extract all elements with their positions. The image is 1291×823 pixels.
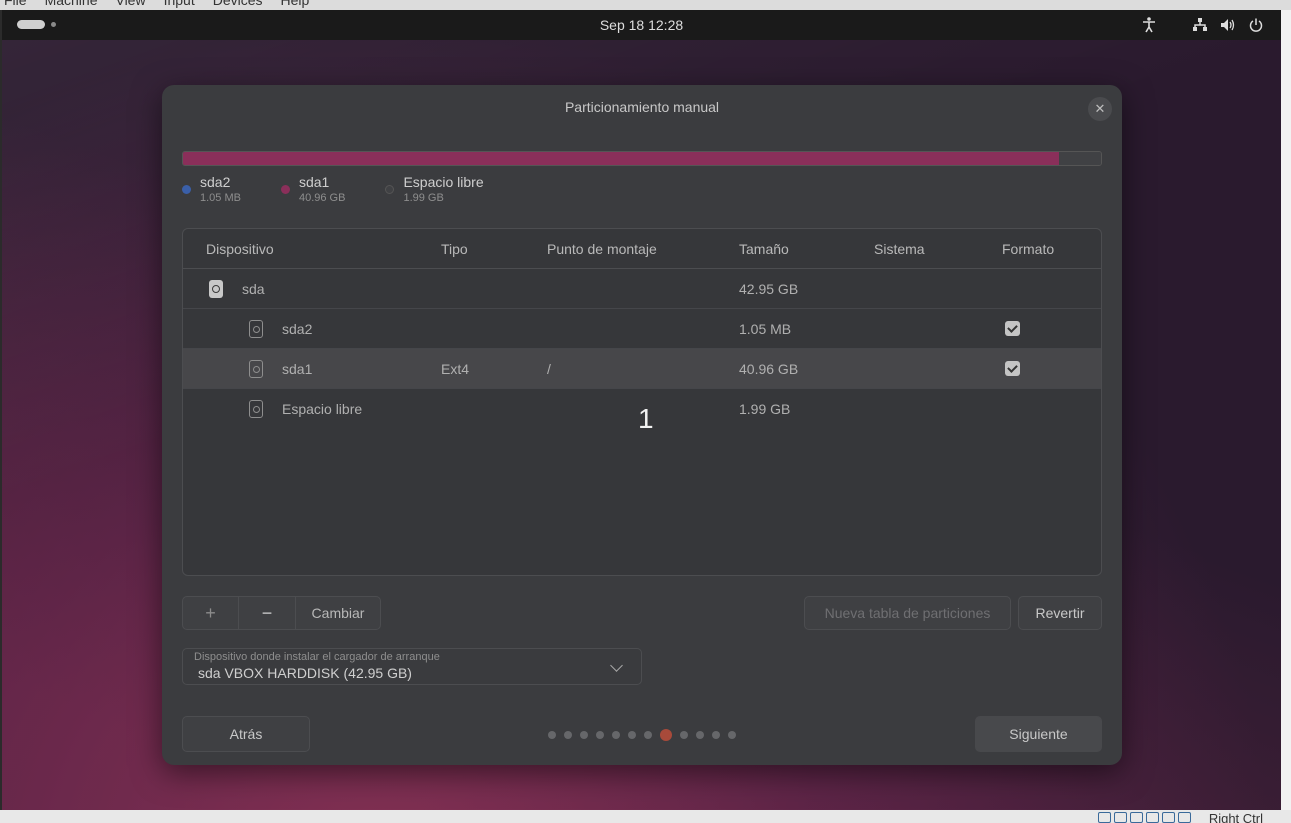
legend-size: 40.96 GB <box>298 192 346 204</box>
clock[interactable]: Sep 18 12:28 <box>2 17 1281 33</box>
page-dot <box>548 731 556 739</box>
page-dot-current <box>660 729 672 741</box>
hard-disk-icon <box>209 280 223 298</box>
table-row[interactable]: sda2 1.05 MB <box>183 309 1101 349</box>
table-row[interactable]: sda 42.95 GB <box>183 269 1101 309</box>
optical-drive-status-icon[interactable] <box>1114 812 1127 823</box>
usage-segment-free <box>1058 152 1101 165</box>
column-header-size[interactable]: Tamaño <box>739 241 789 257</box>
table-header: Dispositivo Tipo Punto de montaje Tamaño… <box>183 229 1101 269</box>
partition-size: 40.96 GB <box>739 361 799 377</box>
table-row[interactable]: sda1 Ext4 / 40.96 GB <box>183 349 1101 389</box>
next-button[interactable]: Siguiente <box>975 716 1102 752</box>
partition-toolbar: + − Cambiar <box>182 596 381 630</box>
page-dot <box>644 731 652 739</box>
column-header-system[interactable]: Sistema <box>874 241 925 257</box>
partition-icon <box>249 400 263 418</box>
host-menu-input[interactable]: Input <box>164 0 195 8</box>
page-dot <box>680 731 688 739</box>
network-status-icon[interactable] <box>1146 812 1159 823</box>
host-window-edge <box>1281 10 1291 810</box>
host-menu-view[interactable]: View <box>115 0 145 8</box>
page-indicator <box>548 729 736 741</box>
page-dot <box>628 731 636 739</box>
device-name: sda2 <box>282 321 313 337</box>
legend-name: sda2 <box>200 174 231 190</box>
partition-size: 1.99 GB <box>739 401 791 417</box>
power-icon[interactable] <box>1247 16 1265 34</box>
close-button[interactable]: ✕ <box>1088 97 1112 121</box>
host-status-icons <box>1098 812 1191 823</box>
vm-display: Sep 18 12:28 Particionamiento manual ✕ s… <box>2 10 1281 810</box>
partition-size: 1.05 MB <box>739 321 792 337</box>
shared-folders-status-icon[interactable] <box>1178 812 1191 823</box>
close-icon: ✕ <box>1094 101 1106 116</box>
device-name: sda1 <box>282 361 313 377</box>
host-menubar: File Machine View Input Devices Help <box>0 0 1291 10</box>
audio-status-icon[interactable] <box>1130 812 1143 823</box>
legend-item-sda1: sda1 40.96 GB <box>280 173 346 205</box>
page-dot <box>728 731 736 739</box>
partition-table: Dispositivo Tipo Punto de montaje Tamaño… <box>182 228 1102 576</box>
host-menu-help[interactable]: Help <box>281 0 310 8</box>
page-dot <box>580 731 588 739</box>
partition-type: Ext4 <box>441 361 470 377</box>
page-dot <box>564 731 572 739</box>
gnome-top-bar: Sep 18 12:28 <box>2 10 1281 40</box>
legend-dot-sda1 <box>280 185 290 194</box>
page-dot <box>596 731 604 739</box>
page-dot <box>696 731 704 739</box>
revert-button[interactable]: Revertir <box>1018 596 1102 630</box>
format-checkbox[interactable] <box>1005 321 1020 336</box>
format-checkbox[interactable] <box>1005 361 1020 376</box>
legend-item-free-space: Espacio libre 1.99 GB <box>385 173 484 205</box>
add-partition-button[interactable]: + <box>183 597 239 629</box>
remove-partition-button[interactable]: − <box>239 597 296 629</box>
partition-icon <box>249 360 263 378</box>
change-partition-button[interactable]: Cambiar <box>296 597 380 629</box>
bootloader-label: Dispositivo donde instalar el cargador d… <box>194 651 440 663</box>
new-partition-table-button[interactable]: Nueva tabla de particiones <box>804 596 1011 630</box>
volume-icon[interactable] <box>1219 16 1237 34</box>
column-header-device[interactable]: Dispositivo <box>206 241 274 257</box>
network-icon[interactable] <box>1191 16 1209 34</box>
legend-name: sda1 <box>298 174 330 190</box>
overlay-marker: 1 <box>638 403 654 434</box>
mount-point: / <box>547 361 551 377</box>
device-name: Espacio libre <box>282 401 363 417</box>
hard-disk-status-icon[interactable] <box>1098 812 1111 823</box>
host-key-hint: Right Ctrl <box>1208 811 1263 823</box>
disk-usage-bar <box>182 151 1102 166</box>
host-menu-devices[interactable]: Devices <box>213 0 263 8</box>
page-dot <box>712 731 720 739</box>
bootloader-value: sda VBOX HARDDISK (42.95 GB) <box>198 665 412 681</box>
legend-dot-sda2 <box>182 185 191 194</box>
partition-size: 42.95 GB <box>739 281 799 297</box>
bootloader-device-select[interactable]: Dispositivo donde instalar el cargador d… <box>182 648 642 685</box>
legend-item-sda2: sda2 1.05 MB <box>182 173 241 205</box>
legend-size: 1.05 MB <box>200 192 241 204</box>
legend-dot-free-space <box>385 185 395 194</box>
dialog-title: Particionamiento manual <box>564 99 720 115</box>
device-name: sda <box>242 281 265 297</box>
column-header-type[interactable]: Tipo <box>441 241 468 257</box>
usb-status-icon[interactable] <box>1162 812 1175 823</box>
host-menu-machine[interactable]: Machine <box>45 0 98 8</box>
host-statusbar: Right Ctrl <box>0 810 1291 823</box>
disk-usage-legend: sda2 1.05 MB sda1 40.96 GB Espacio libre… <box>182 173 524 205</box>
chevron-down-icon <box>610 659 623 672</box>
system-tray[interactable] <box>1191 16 1265 34</box>
page-dot <box>612 731 620 739</box>
host-menu-file[interactable]: File <box>4 0 27 8</box>
accessibility-icon[interactable] <box>1140 16 1158 34</box>
manual-partitioning-dialog: Particionamiento manual ✕ sda2 1.05 MB s… <box>162 85 1122 765</box>
partition-icon <box>249 320 263 338</box>
back-button[interactable]: Atrás <box>182 716 310 752</box>
usage-segment-sda1 <box>183 152 1059 165</box>
legend-size: 1.99 GB <box>403 192 444 204</box>
column-header-mount-point[interactable]: Punto de montaje <box>547 241 657 257</box>
legend-name: Espacio libre <box>403 174 484 190</box>
column-header-format[interactable]: Formato <box>1002 241 1054 257</box>
